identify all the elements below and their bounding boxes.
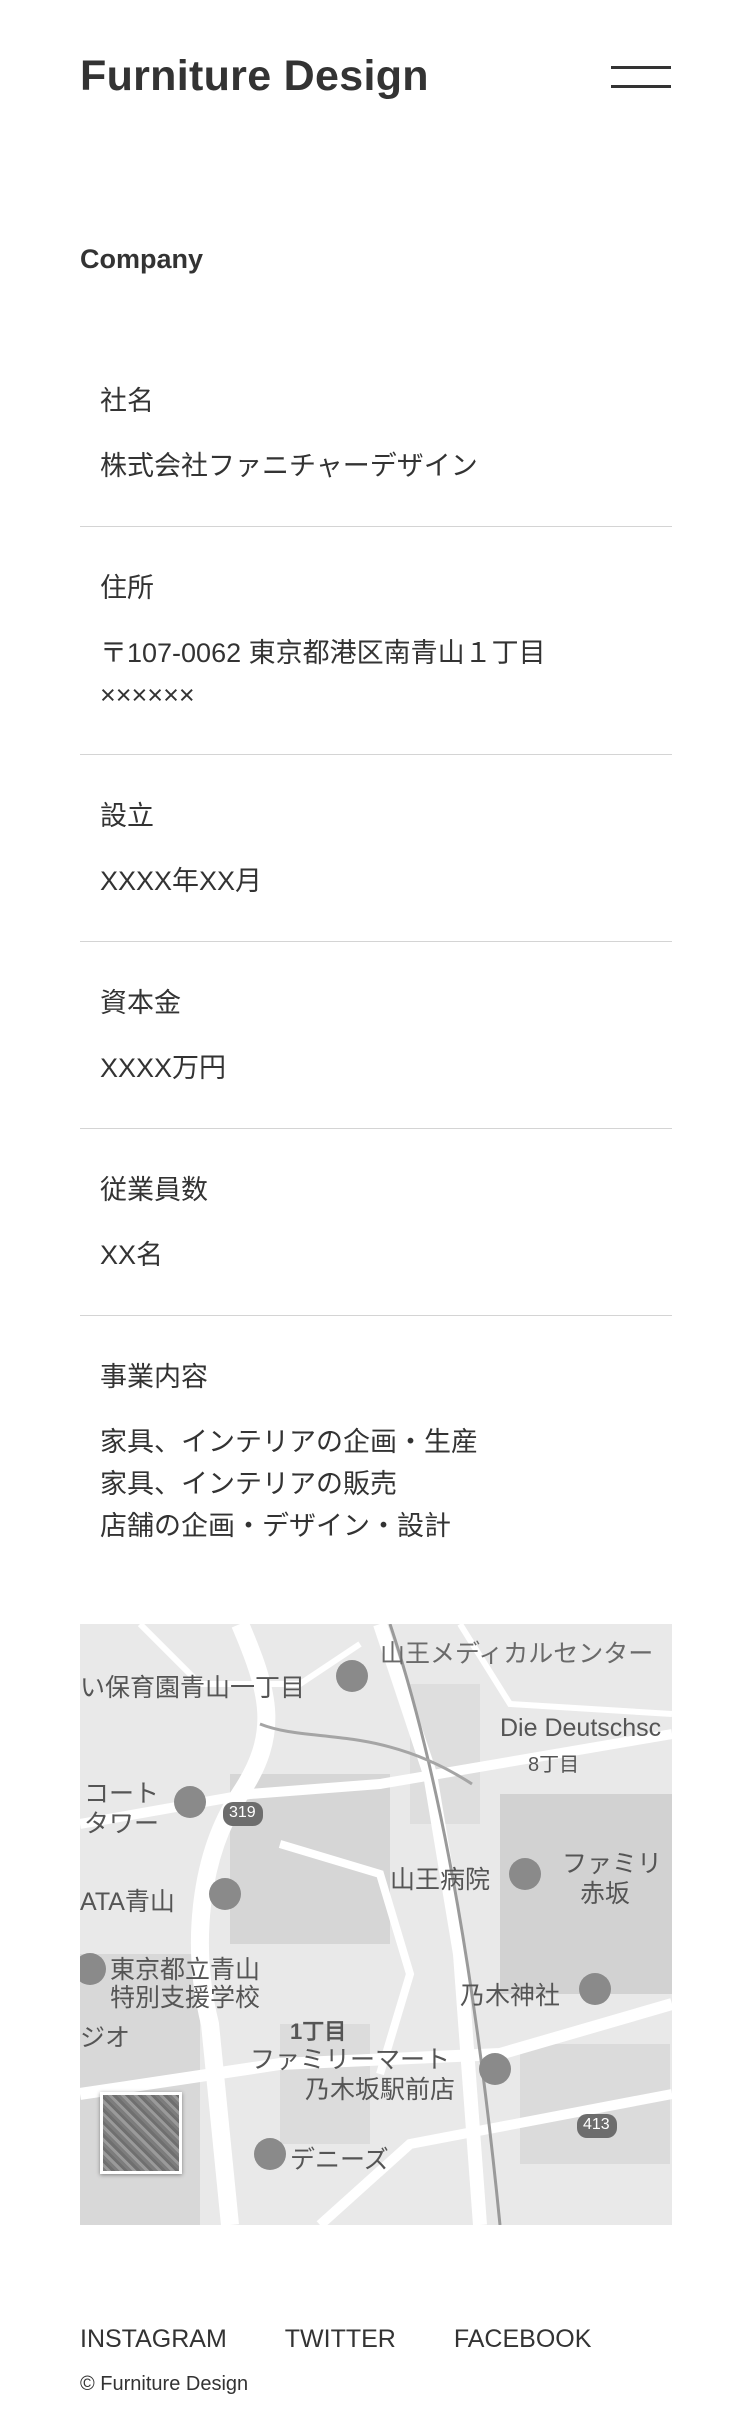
info-label: 事業内容 bbox=[100, 1362, 208, 1392]
site-header: Furniture Design bbox=[0, 0, 750, 160]
company-info-row-name: 社名 株式会社ファニチャーデザイン bbox=[80, 340, 672, 527]
map-label: 山王病院 bbox=[390, 1866, 491, 1894]
info-label: 住所 bbox=[100, 573, 154, 603]
map-label: 8丁目 bbox=[528, 1754, 580, 1776]
map-label: 乃木神社 bbox=[460, 1982, 561, 2010]
company-info-row-business: 事業内容 家具、インテリアの企画・生産 家具、インテリアの販売 店舗の企画・デザ… bbox=[80, 1316, 672, 1566]
menu-icon-line-bottom bbox=[611, 85, 671, 88]
map-label: 山王メディカルセンター bbox=[380, 1640, 654, 1668]
info-value: 家具、インテリアの企画・生産 家具、インテリアの販売 店舗の企画・デザイン・設計 bbox=[100, 1427, 478, 1541]
info-label: 設立 bbox=[100, 801, 154, 831]
map-label: 乃木坂駅前店 bbox=[305, 2076, 456, 2104]
site-logo[interactable]: Furniture Design bbox=[80, 52, 429, 101]
info-label: 従業員数 bbox=[100, 1175, 208, 1205]
company-info-row-founded: 設立 XXXX年XX月 bbox=[80, 755, 672, 942]
info-label: 資本金 bbox=[100, 988, 181, 1018]
menu-icon-line-top bbox=[611, 66, 671, 69]
info-value: XXXX万円 bbox=[100, 1053, 227, 1083]
info-label: 社名 bbox=[100, 386, 154, 416]
map-label: タワー bbox=[84, 1810, 160, 1838]
copyright: © Furniture Design bbox=[80, 2373, 249, 2395]
company-info-row-address: 住所 〒107-0062 東京都港区南青山１丁目 ×××××× bbox=[80, 527, 672, 755]
company-info-row-employees: 従業員数 XX名 bbox=[80, 1129, 672, 1316]
map-label: 特別支援学校 bbox=[110, 1984, 261, 2012]
map-label: ATA青山 bbox=[80, 1888, 175, 1916]
map-label: デニーズ bbox=[290, 2146, 389, 2174]
info-value: 〒107-0062 東京都港区南青山１丁目 ×××××× bbox=[100, 638, 546, 710]
map-label: Die Deutschsc bbox=[500, 1714, 662, 1742]
footer-link-twitter[interactable]: TWITTER bbox=[285, 2325, 396, 2353]
company-info-list: 社名 株式会社ファニチャーデザイン 住所 〒107-0062 東京都港区南青山１… bbox=[80, 340, 672, 1566]
section-title: Company bbox=[80, 244, 204, 274]
info-value: XX名 bbox=[100, 1240, 164, 1270]
satellite-toggle-thumbnail[interactable] bbox=[100, 2092, 182, 2174]
map-label: ジオ bbox=[80, 2024, 131, 2052]
company-info-row-capital: 資本金 XXXX万円 bbox=[80, 942, 672, 1129]
map-label: 319 bbox=[229, 1804, 256, 1821]
footer-link-instagram[interactable]: INSTAGRAM bbox=[80, 2325, 227, 2353]
map-label: 413 bbox=[583, 2116, 610, 2133]
menu-icon[interactable] bbox=[611, 66, 671, 94]
map-label: 赤坂 bbox=[580, 1880, 631, 1908]
footer-link-facebook[interactable]: FACEBOOK bbox=[454, 2325, 592, 2353]
info-value: XXXX年XX月 bbox=[100, 866, 263, 896]
map-label: い保育園青山一丁目 bbox=[80, 1674, 306, 1702]
info-value: 株式会社ファニチャーデザイン bbox=[100, 451, 478, 481]
embedded-map[interactable]: 山王メディカルセンター い保育園青山一丁目 Die Deutschsc 8丁目 … bbox=[80, 1624, 672, 2225]
footer-nav: INSTAGRAM TWITTER FACEBOOK bbox=[80, 2325, 649, 2354]
